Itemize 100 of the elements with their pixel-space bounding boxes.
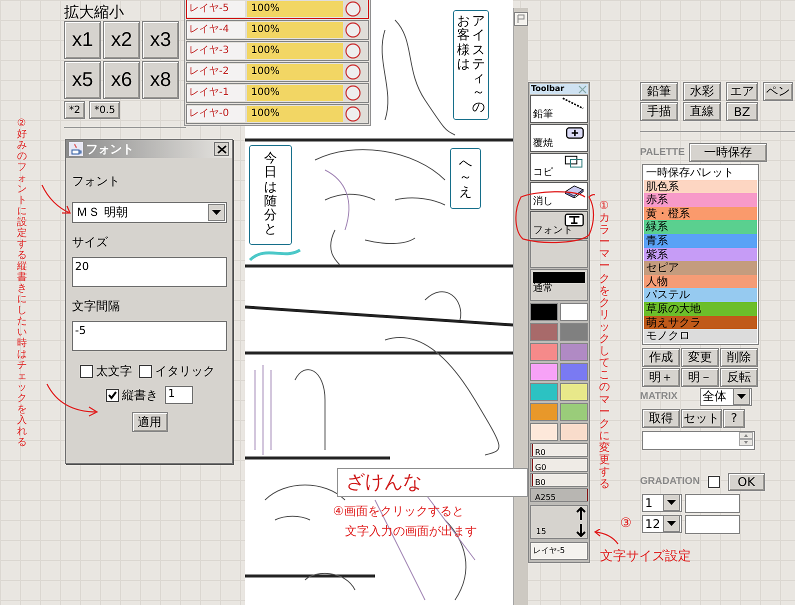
zoom-button[interactable]: x2: [103, 21, 140, 59]
layer-row[interactable]: レイヤ-0 100%: [186, 104, 369, 124]
palette-button[interactable]: 反転: [720, 368, 758, 387]
zoom-button[interactable]: x3: [142, 21, 179, 59]
tool-button[interactable]: フォント: [530, 211, 588, 239]
color-swatch[interactable]: [530, 403, 558, 421]
color-swatch[interactable]: [530, 303, 558, 321]
checkbox[interactable]: [106, 388, 119, 402]
layer-row[interactable]: レイヤ-5 100%: [186, 0, 369, 19]
tool-button[interactable]: 覆焼: [530, 124, 588, 152]
tool-button[interactable]: コピ: [530, 153, 588, 181]
brush-button[interactable]: 水彩: [683, 82, 721, 101]
palette-item[interactable]: 人物: [644, 274, 757, 288]
annotation-arrow: [45, 382, 99, 418]
apply-button[interactable]: 適用: [132, 412, 168, 432]
brush-button[interactable]: BZ: [726, 102, 758, 121]
zoom-step-button[interactable]: *2: [64, 101, 86, 119]
brush-button[interactable]: 直線: [683, 102, 721, 121]
palette-item[interactable]: 萌えサクラ: [644, 316, 757, 330]
field-label: 文字間隔: [72, 298, 121, 315]
color-swatch[interactable]: [560, 303, 588, 321]
palette-item[interactable]: パステル: [644, 288, 757, 302]
palette-item[interactable]: モノクロ: [644, 329, 757, 343]
layer-opacity: 100%: [247, 22, 343, 38]
annotation-arrow: [593, 529, 619, 545]
matrix-spinner-field[interactable]: [642, 430, 755, 450]
matrix-button[interactable]: ?: [723, 408, 745, 428]
palette-button[interactable]: 明－: [681, 368, 719, 387]
color-swatch[interactable]: [530, 383, 558, 401]
checkbox[interactable]: [139, 365, 152, 378]
ok-button[interactable]: OK: [728, 472, 765, 491]
annotation-text: ④画面をクリックすると: [333, 503, 465, 520]
layer-row[interactable]: レイヤ-4 100%: [186, 20, 369, 40]
zoom-step-button[interactable]: *0.5: [89, 101, 120, 119]
color-swatch[interactable]: [560, 383, 588, 401]
brush-button[interactable]: 手描: [640, 102, 678, 121]
gradation-input-field[interactable]: [685, 494, 740, 513]
checkbox[interactable]: [708, 476, 720, 488]
color-swatch[interactable]: [530, 363, 558, 381]
zoom-button[interactable]: x8: [142, 61, 179, 99]
zoom-button[interactable]: x5: [64, 61, 101, 99]
save-palette-button[interactable]: 一時保存: [688, 142, 767, 162]
visibility-circle-icon: [345, 43, 361, 59]
palette-item[interactable]: 赤系: [644, 193, 757, 207]
gradation-dropdown[interactable]: 12: [642, 514, 682, 533]
palette-button[interactable]: 明＋: [642, 368, 680, 387]
palette-item[interactable]: 緑系: [644, 220, 757, 234]
palette-item[interactable]: 紫系: [644, 248, 757, 262]
color-swatch[interactable]: [560, 423, 588, 441]
gradation-dropdown[interactable]: 1: [642, 494, 682, 512]
close-button[interactable]: [214, 142, 229, 156]
color-swatch[interactable]: [530, 323, 558, 341]
layer-row[interactable]: レイヤ-2 100%: [186, 62, 369, 82]
dropdown-arrow-icon: [667, 500, 676, 506]
spacing-input-field[interactable]: -5: [72, 321, 227, 351]
palette-item[interactable]: 黄・橙系: [644, 206, 757, 220]
zoom-button[interactable]: x6: [103, 61, 140, 99]
matrix-button[interactable]: セット: [681, 408, 722, 428]
channel-slider[interactable]: G0: [530, 458, 588, 472]
size-spinner[interactable]: 15: [530, 505, 588, 539]
color-swatch[interactable]: [560, 323, 588, 341]
channel-slider[interactable]: B0: [530, 473, 588, 487]
down-arrow-icon: [576, 523, 586, 537]
palette-item[interactable]: 肌色系: [644, 180, 757, 194]
checkbox[interactable]: [80, 365, 93, 378]
gradation-input-field[interactable]: [685, 514, 740, 534]
annotation-text: 文字入力の画面が出ます: [345, 523, 477, 540]
blend-mode-box[interactable]: 通常: [530, 269, 588, 301]
dropdown-arrow-icon: [736, 394, 746, 400]
channel-slider[interactable]: A255: [530, 488, 588, 502]
layer-row[interactable]: レイヤ-3 100%: [186, 41, 369, 61]
line-count-field[interactable]: 1: [165, 386, 193, 404]
matrix-dropdown[interactable]: 全体: [700, 388, 752, 406]
palette-button[interactable]: 変更: [681, 348, 719, 367]
color-swatch[interactable]: [560, 403, 588, 421]
scrollbar[interactable]: [513, 8, 528, 605]
palette-item[interactable]: 草原の大地: [644, 302, 757, 316]
channel-slider[interactable]: R0: [530, 443, 588, 457]
color-swatch[interactable]: [560, 363, 588, 381]
palette-item[interactable]: セピア: [644, 261, 757, 275]
brush-button[interactable]: ペン: [763, 82, 793, 101]
size-input-field[interactable]: 20: [72, 257, 227, 287]
palette-button[interactable]: 削除: [720, 348, 758, 367]
color-swatch[interactable]: [530, 423, 558, 441]
brush-button[interactable]: 鉛筆: [640, 82, 678, 101]
color-swatch[interactable]: [560, 343, 588, 361]
tool-button[interactable]: 鉛筆: [530, 95, 588, 123]
tool-button[interactable]: 消し: [530, 182, 588, 210]
layer-row[interactable]: レイヤ-1 100%: [186, 83, 369, 103]
matrix-button[interactable]: 取得: [642, 408, 680, 428]
text-input-field[interactable]: ざけんな: [337, 468, 528, 497]
palette-button[interactable]: 作成: [642, 348, 680, 367]
channel-label: G0: [534, 463, 546, 472]
color-swatch[interactable]: [530, 343, 558, 361]
palette-item[interactable]: 青系: [644, 234, 757, 248]
brush-button[interactable]: エア: [726, 82, 758, 101]
annotation-text: 文字サイズ設定: [600, 548, 691, 565]
layer-name: レイヤ-2: [187, 64, 245, 80]
font-dropdown[interactable]: ＭＳ 明朝: [72, 202, 227, 223]
zoom-button[interactable]: x1: [64, 21, 101, 59]
